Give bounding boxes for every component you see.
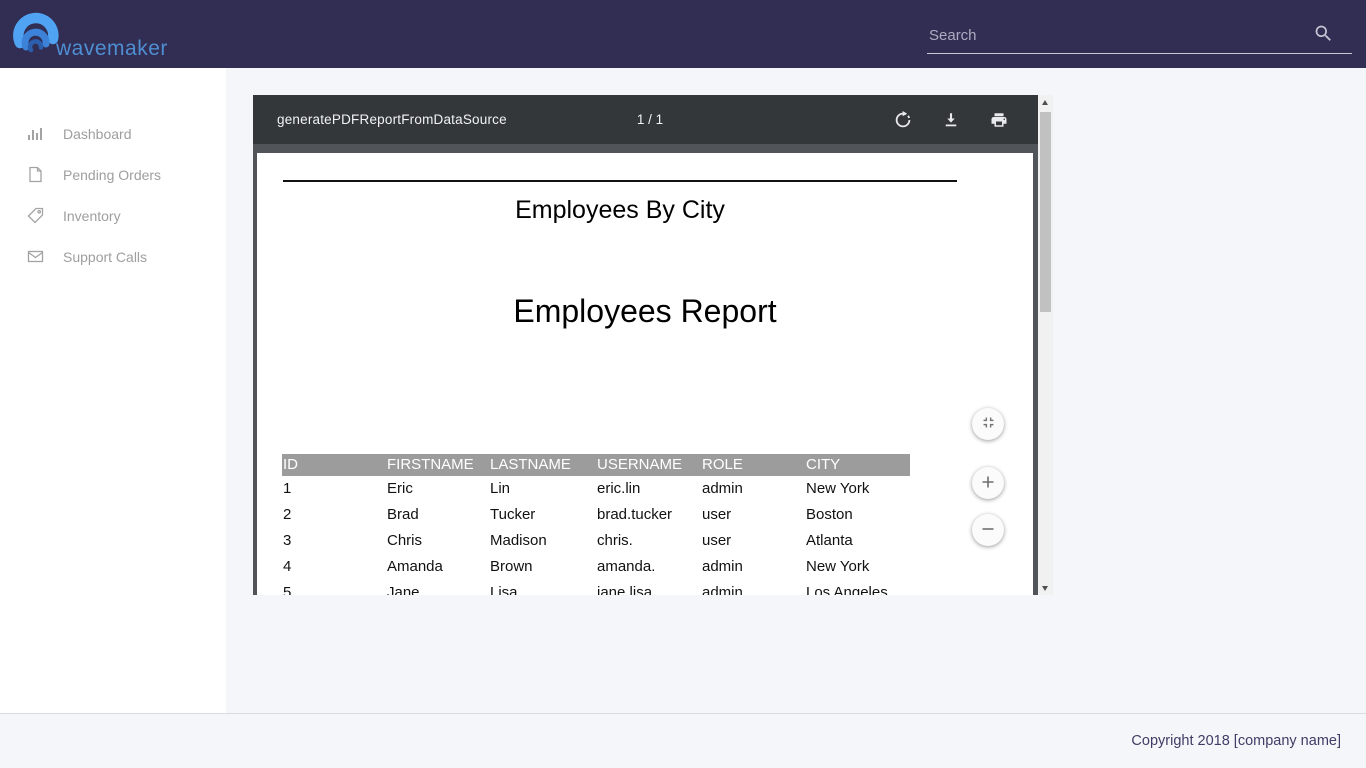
table-row: 2 Brad Tucker brad.tucker user Boston [282, 502, 910, 528]
table-cell: New York [806, 476, 869, 502]
fit-page-icon [980, 414, 997, 434]
table-cell: Chris [387, 528, 422, 554]
table-column-header: ROLE [702, 454, 743, 476]
rotate-icon[interactable] [894, 111, 912, 129]
sidebar-item-label: Dashboard [63, 126, 132, 142]
download-icon[interactable] [942, 111, 960, 129]
application-window: wavemaker Dashboard [0, 0, 1366, 768]
page-indicator: 1 / 1 [637, 95, 663, 144]
table-cell: 3 [283, 528, 291, 554]
table-cell: 5 [283, 580, 291, 595]
pdf-toolbar-actions [894, 95, 1008, 144]
zoom-in-button[interactable] [972, 467, 1004, 499]
pdf-content-area: Employees By City Employees Report ID FIR… [253, 144, 1038, 595]
table-cell: Los Angeles [806, 580, 888, 595]
table-cell: Lin [490, 476, 510, 502]
sidebar-item-inventory[interactable]: Inventory [0, 195, 226, 236]
left-sidebar: Dashboard Pending Orders Inventory [0, 68, 226, 713]
sidebar-item-dashboard[interactable]: Dashboard [0, 113, 226, 154]
table-cell: Madison [490, 528, 547, 554]
pdf-header-rule [283, 180, 957, 182]
table-cell: brad.tucker [597, 502, 672, 528]
sidebar-item-support-calls[interactable]: Support Calls [0, 236, 226, 277]
copyright-text: Copyright 2018 [company name] [1131, 714, 1341, 768]
table-row: 5 Jane Lisa jane.lisa admin Los Angeles [282, 580, 910, 595]
table-column-header: FIRSTNAME [387, 454, 474, 476]
tag-icon [27, 207, 44, 224]
table-cell: New York [806, 554, 869, 580]
table-cell: user [702, 502, 731, 528]
table-cell: user [702, 528, 731, 554]
search-icon[interactable] [1313, 23, 1334, 44]
table-cell: amanda. [597, 554, 655, 580]
table-cell: admin [702, 554, 743, 580]
sidebar-nav: Dashboard Pending Orders Inventory [0, 113, 226, 277]
pdf-toolbar: generatePDFReportFromDataSource 1 / 1 [253, 95, 1038, 144]
pdf-viewer: generatePDFReportFromDataSource 1 / 1 [253, 95, 1053, 595]
table-cell: Tucker [490, 502, 535, 528]
table-cell: chris. [597, 528, 633, 554]
fit-to-page-button[interactable] [972, 408, 1004, 440]
plus-icon [980, 474, 996, 493]
table-cell: Atlanta [806, 528, 853, 554]
pdf-document-title: generatePDFReportFromDataSource [277, 95, 507, 144]
table-cell: Boston [806, 502, 853, 528]
app-header: wavemaker [0, 0, 1366, 68]
mail-icon [27, 248, 44, 265]
sidebar-item-label: Pending Orders [63, 167, 161, 183]
brand-name: wavemaker [56, 38, 168, 60]
table-column-header: LASTNAME [490, 454, 571, 476]
table-header-row: ID FIRSTNAME LASTNAME USERNAME ROLE CITY [282, 454, 910, 476]
scroll-down-arrow-icon[interactable] [1038, 580, 1053, 595]
table-cell: 4 [283, 554, 291, 580]
scroll-up-arrow-icon[interactable] [1038, 95, 1053, 110]
table-row: 4 Amanda Brown amanda. admin New York [282, 554, 910, 580]
bar-chart-icon [27, 125, 44, 142]
table-column-header: USERNAME [597, 454, 682, 476]
pdf-page: Employees By City Employees Report ID FIR… [257, 153, 1033, 595]
wavemaker-logo-icon [13, 6, 59, 62]
table-cell: Brown [490, 554, 533, 580]
table-row: 1 Eric Lin eric.lin admin New York [282, 476, 910, 502]
minus-icon [980, 521, 996, 540]
document-icon [27, 166, 44, 183]
table-cell: Eric [387, 476, 413, 502]
sidebar-item-label: Inventory [63, 208, 121, 224]
search-input[interactable] [929, 21, 1299, 49]
table-cell: Brad [387, 502, 419, 528]
table-column-header: CITY [806, 454, 840, 476]
table-cell: eric.lin [597, 476, 640, 502]
sidebar-item-label: Support Calls [63, 249, 147, 265]
zoom-out-button[interactable] [972, 514, 1004, 546]
pdf-report-title: Employees Report [257, 293, 1033, 330]
pdf-scrollbar[interactable] [1038, 95, 1053, 595]
table-cell: Jane [387, 580, 420, 595]
table-cell: 2 [283, 502, 291, 528]
table-cell: 1 [283, 476, 291, 502]
table-column-header: ID [283, 454, 298, 476]
table-cell: jane.lisa [597, 580, 652, 595]
search-box [927, 13, 1352, 54]
app-footer: Copyright 2018 [company name] [0, 713, 1366, 768]
sidebar-item-pending-orders[interactable]: Pending Orders [0, 154, 226, 195]
table-cell: admin [702, 476, 743, 502]
pdf-page-header-title: Employees By City [283, 196, 957, 225]
table-cell: Amanda [387, 554, 443, 580]
table-cell: admin [702, 580, 743, 595]
table-cell: Lisa [490, 580, 518, 595]
table-row: 3 Chris Madison chris. user Atlanta [282, 528, 910, 554]
scrollbar-thumb[interactable] [1040, 112, 1051, 312]
print-icon[interactable] [990, 111, 1008, 129]
table-body: 1 Eric Lin eric.lin admin New York 2 Brad Tucker… [282, 476, 910, 595]
